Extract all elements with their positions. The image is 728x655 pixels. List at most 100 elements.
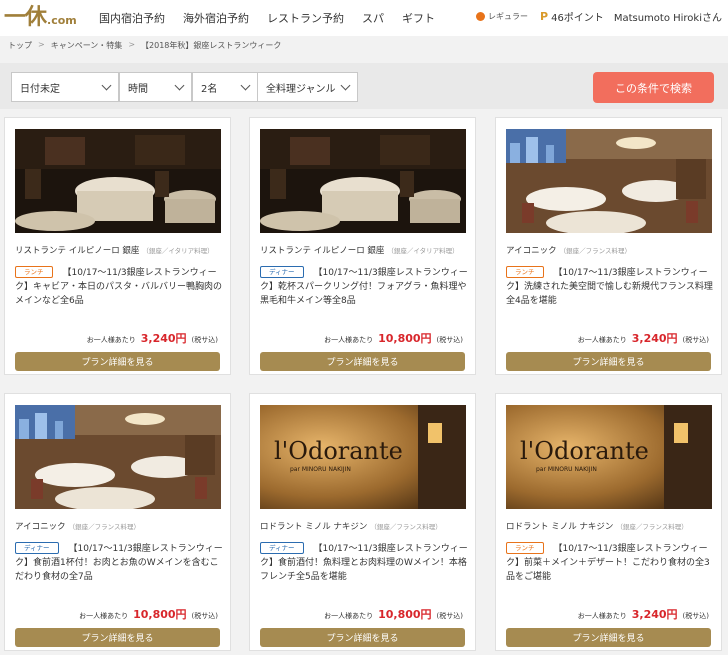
sign-subtext: par MINORU NAKIJIN	[290, 466, 351, 473]
price: 3,240円	[631, 332, 678, 345]
plan-detail-button[interactable]: プラン詳細を見る	[260, 352, 465, 371]
rank-icon	[476, 12, 486, 21]
bright-dining-room-image	[15, 405, 221, 509]
restaurant-name-text: ロドラント ミノル ナキジン	[260, 522, 368, 532]
restaurant-name[interactable]: アイコニック （銀座／フランス料理）	[15, 520, 225, 532]
people-select-value: 2名	[201, 83, 218, 95]
restaurant-name-text: ロドラント ミノル ナキジン	[506, 522, 614, 532]
meal-type-badge: ランチ	[506, 542, 544, 554]
tax-note: (税サ込)	[436, 336, 463, 344]
restaurant-photo[interactable]	[506, 129, 712, 233]
date-select-value: 日付未定	[20, 83, 60, 95]
price-label: お一人様あたり	[577, 336, 627, 344]
price: 10,800円	[378, 608, 432, 621]
restaurant-genre: （銀座／イタリア料理）	[142, 247, 214, 255]
nav-gift[interactable]: ギフト	[402, 10, 435, 26]
price-label: お一人様あたり	[324, 612, 374, 620]
lodorante-sign-image: l'Odorante par MINORU NAKIJIN	[506, 405, 712, 509]
site-logo[interactable]: 一休 .com	[4, 4, 77, 28]
restaurant-name[interactable]: ロドラント ミノル ナキジン （銀座／フランス料理）	[506, 520, 716, 532]
search-button[interactable]: この条件で検索	[593, 72, 714, 103]
plan-description[interactable]: ランチ 【10/17～11/3銀座レストランウィーク】洗練された美空間で愉しむ新規…	[506, 266, 714, 308]
breadcrumb-current: 【2018年秋】銀座レストランウィーク	[141, 41, 282, 50]
restaurant-name[interactable]: ロドラント ミノル ナキジン （銀座／フランス料理）	[260, 520, 470, 532]
plan-description[interactable]: ディナー 【10/17～11/3銀座レストランウィーク】食前酒1杯付！お肉とお魚の…	[15, 542, 223, 584]
price-label: お一人様あたり	[79, 612, 129, 620]
price-row: お一人様あたり 3,240円 (税サ込)	[87, 330, 218, 346]
restaurant-name[interactable]: リストランテ イルピノーロ 銀座 （銀座／イタリア料理）	[260, 244, 470, 256]
plan-card: l'Odorante par MINORU NAKIJIN ロドラント ミノル …	[249, 393, 476, 651]
dark-dining-room-image	[260, 129, 466, 233]
tax-note: (税サ込)	[191, 336, 218, 344]
logo-mark: 一休	[4, 4, 47, 30]
restaurant-photo[interactable]	[260, 129, 466, 233]
meal-type-badge: ディナー	[260, 266, 304, 278]
user-name[interactable]: Matsumoto Hirokiさん	[614, 9, 722, 24]
site-header: 一休 .com 国内宿泊予約 海外宿泊予約 レストラン予約 スパ ギフト レギュ…	[0, 0, 728, 36]
plan-detail-button[interactable]: プラン詳細を見る	[15, 628, 220, 647]
nav-overseas-hotels[interactable]: 海外宿泊予約	[183, 10, 249, 26]
meal-type-badge: ディナー	[15, 542, 59, 554]
people-select[interactable]: 2名	[192, 72, 258, 102]
restaurant-name-text: アイコニック	[15, 522, 66, 532]
restaurant-genre: （銀座／イタリア料理）	[387, 247, 459, 255]
price: 3,240円	[140, 332, 187, 345]
price-row: お一人様あたり 10,800円 (税サ込)	[324, 330, 463, 346]
chevron-down-icon	[101, 80, 112, 90]
price: 10,800円	[133, 608, 187, 621]
nav-domestic-hotels[interactable]: 国内宿泊予約	[99, 10, 165, 26]
chevron-down-icon	[340, 80, 351, 90]
tax-note: (税サ込)	[682, 336, 709, 344]
lodorante-sign-image: l'Odorante par MINORU NAKIJIN	[260, 405, 466, 509]
search-bar: 日付未定 時間 2名 全料理ジャンル この条件で検索	[0, 63, 728, 109]
price-row: お一人様あたり 3,240円 (税サ込)	[578, 606, 709, 622]
points-icon: P	[540, 10, 549, 23]
date-select[interactable]: 日付未定	[11, 72, 119, 102]
plan-card: l'Odorante par MINORU NAKIJIN ロドラント ミノル …	[495, 393, 722, 651]
sign-text: l'Odorante	[274, 437, 403, 465]
nav-spa[interactable]: スパ	[362, 10, 384, 26]
plan-detail-button[interactable]: プラン詳細を見る	[506, 628, 711, 647]
plan-detail-button[interactable]: プラン詳細を見る	[260, 628, 465, 647]
restaurant-photo[interactable]	[15, 129, 221, 233]
restaurant-name-text: リストランテ イルピノーロ 銀座	[15, 246, 140, 256]
plan-detail-button[interactable]: プラン詳細を見る	[506, 352, 711, 371]
restaurant-name[interactable]: リストランテ イルピノーロ 銀座 （銀座／イタリア料理）	[15, 244, 225, 256]
plan-description[interactable]: ランチ 【10/17～11/3銀座レストランウィーク】前菜＋メイン＋デザート！こだ…	[506, 542, 714, 584]
price-row: お一人様あたり 10,800円 (税サ込)	[79, 606, 218, 622]
sign-text: l'Odorante	[520, 437, 649, 465]
breadcrumb-campaign[interactable]: キャンペーン・特集	[51, 40, 123, 51]
breadcrumb: トップ > キャンペーン・特集 > 【2018年秋】銀座レストランウィーク	[8, 40, 281, 51]
restaurant-photo[interactable]: l'Odorante par MINORU NAKIJIN	[506, 405, 712, 509]
plan-description[interactable]: ディナー 【10/17～11/3銀座レストランウィーク】乾杯スパークリング付！フォ…	[260, 266, 468, 308]
main-nav: 国内宿泊予約 海外宿泊予約 レストラン予約 スパ ギフト	[99, 10, 453, 26]
points-balance[interactable]: 46ポイント	[551, 9, 604, 24]
restaurant-photo[interactable]	[15, 405, 221, 509]
plan-description[interactable]: ディナー 【10/17～11/3銀座レストランウィーク】食前酒付！魚料理とお肉料理…	[260, 542, 468, 584]
restaurant-photo[interactable]: l'Odorante par MINORU NAKIJIN	[260, 405, 466, 509]
price-label: お一人様あたり	[86, 336, 136, 344]
restaurant-genre: （銀座／フランス料理）	[68, 523, 140, 531]
tax-note: (税サ込)	[191, 612, 218, 620]
chevron-down-icon	[174, 80, 185, 90]
sign-subtext: par MINORU NAKIJIN	[536, 466, 597, 473]
restaurant-name-text: リストランテ イルピノーロ 銀座	[260, 246, 385, 256]
plan-detail-button[interactable]: プラン詳細を見る	[15, 352, 220, 371]
restaurant-name[interactable]: アイコニック （銀座／フランス料理）	[506, 244, 716, 256]
logo-suffix: .com	[47, 14, 77, 27]
meal-type-badge: ランチ	[15, 266, 53, 278]
price-row: お一人様あたり 3,240円 (税サ込)	[578, 330, 709, 346]
genre-select[interactable]: 全料理ジャンル	[257, 72, 358, 102]
member-rank[interactable]: レギュラー	[488, 11, 528, 22]
time-select[interactable]: 時間	[119, 72, 192, 102]
breadcrumb-separator-icon: >	[38, 40, 45, 49]
price: 3,240円	[631, 608, 678, 621]
plan-card: アイコニック （銀座／フランス料理） ディナー 【10/17～11/3銀座レストラン…	[4, 393, 231, 651]
plan-description[interactable]: ランチ 【10/17～11/3銀座レストランウィーク】キャビア・本日のパスタ・バル…	[15, 266, 223, 308]
dark-dining-room-image	[15, 129, 221, 233]
chevron-down-icon	[240, 80, 251, 90]
meal-type-badge: ディナー	[260, 542, 304, 554]
bright-dining-room-image	[506, 129, 712, 233]
nav-restaurants[interactable]: レストラン予約	[267, 10, 344, 26]
breadcrumb-top[interactable]: トップ	[8, 40, 32, 51]
